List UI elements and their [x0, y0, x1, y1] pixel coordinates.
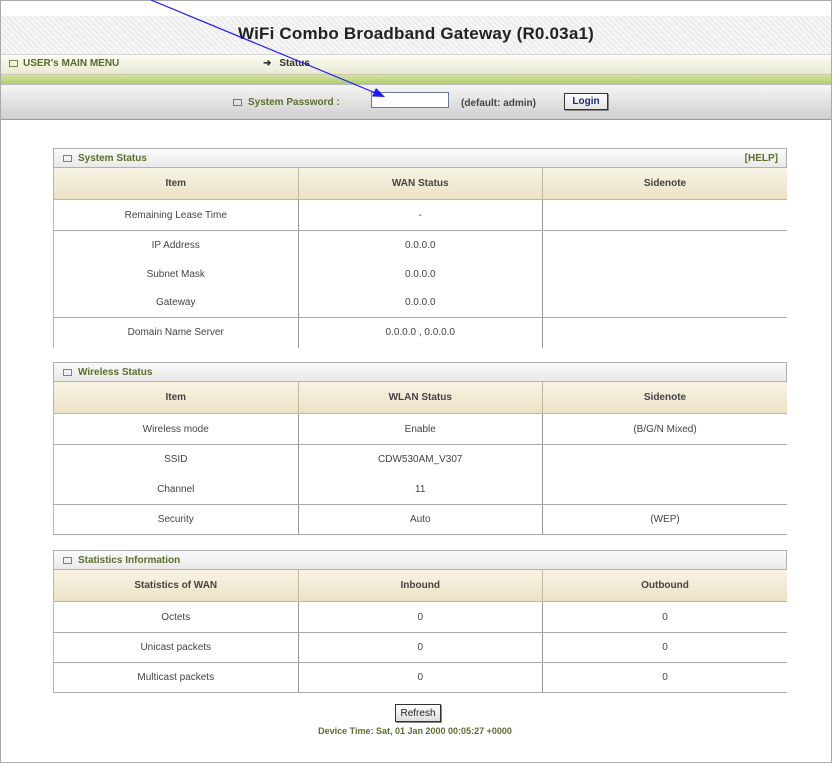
green-divider — [1, 75, 831, 84]
table-cell: (B/G/N Mixed) — [542, 413, 787, 445]
table-cell — [542, 288, 787, 318]
help-link[interactable]: [HELP] — [745, 153, 778, 164]
table-row: Remaining Lease Time - — [53, 199, 787, 231]
table-row: Gateway 0.0.0.0 — [53, 288, 787, 318]
section-title: Statistics Information — [78, 555, 181, 566]
table-cell: 11 — [297, 474, 543, 505]
column-header: WAN Status — [297, 168, 543, 200]
table-cell — [542, 444, 787, 475]
section-header: Wireless Status — [53, 362, 787, 382]
table-cell — [542, 199, 787, 231]
table-row: Domain Name Server 0.0.0.0 , 0.0.0.0 — [53, 317, 787, 348]
column-header: Item — [53, 382, 299, 414]
user-main-menu-label: USER's MAIN MENU — [23, 58, 120, 69]
table-cell: 0.0.0.0 — [297, 230, 543, 260]
wireless-status-section: Wireless Status Item WLAN Status Sidenot… — [53, 362, 787, 535]
table-row: Wireless mode Enable (B/G/N Mixed) — [53, 413, 787, 445]
section-header: Statistics Information — [53, 550, 787, 570]
table-row: Subnet Mask 0.0.0.0 — [53, 259, 787, 289]
table-cell: 0 — [542, 601, 787, 633]
table-cell — [542, 259, 787, 289]
table-cell: Auto — [297, 504, 543, 535]
menu-bar: USER's MAIN MENU ➜ Status — [1, 55, 831, 75]
table-cell: 0 — [297, 601, 543, 633]
table-cell: 0 — [542, 632, 787, 663]
column-header: Inbound — [297, 570, 543, 602]
table-cell: Remaining Lease Time — [53, 199, 299, 231]
table-cell: Subnet Mask — [53, 259, 299, 289]
arrow-right-icon: ➜ — [263, 58, 272, 69]
table-cell: Security — [53, 504, 299, 535]
table-cell: 0.0.0.0 — [297, 259, 543, 289]
table-row: Unicast packets 0 0 — [53, 632, 787, 663]
table-cell: Unicast packets — [53, 632, 299, 663]
table-cell: 0.0.0.0 — [297, 288, 543, 318]
table-cell — [542, 474, 787, 505]
square-bullet-icon — [63, 369, 72, 376]
table-row: IP Address 0.0.0.0 — [53, 230, 787, 260]
login-bar: System Password : (default: admin) Login — [1, 84, 831, 120]
table-cell: Enable — [297, 413, 543, 445]
table-cell: 0 — [542, 662, 787, 693]
table-cell: - — [297, 199, 543, 231]
column-header: Outbound — [542, 570, 787, 602]
system-status-section: System Status [HELP] Item WAN Status Sid… — [53, 148, 787, 348]
table-cell: Domain Name Server — [53, 317, 299, 348]
refresh-button[interactable]: Refresh — [395, 704, 441, 722]
table-cell: 0.0.0.0 , 0.0.0.0 — [297, 317, 543, 348]
square-bullet-icon — [233, 98, 242, 106]
column-header: Item — [53, 168, 299, 200]
table-row: Channel 11 — [53, 474, 787, 505]
wireless-status-table: Item WLAN Status Sidenote Wireless mode … — [53, 382, 787, 535]
table-cell: (WEP) — [542, 504, 787, 535]
column-header: WLAN Status — [297, 382, 543, 414]
square-bullet-icon — [63, 557, 72, 564]
statistics-table: Statistics of WAN Inbound Outbound Octet… — [53, 570, 787, 693]
table-cell: Octets — [53, 601, 299, 633]
square-bullet-icon — [9, 59, 18, 67]
page-title: WiFi Combo Broadband Gateway (R0.03a1) — [237, 24, 594, 43]
default-password-hint: (default: admin) — [461, 98, 536, 109]
section-title: Wireless Status — [78, 367, 153, 378]
table-row: Security Auto (WEP) — [53, 504, 787, 535]
table-cell: IP Address — [53, 230, 299, 260]
table-cell — [542, 230, 787, 260]
statistics-section: Statistics Information Statistics of WAN… — [53, 550, 787, 693]
table-cell: 0 — [297, 662, 543, 693]
table-cell: SSID — [53, 444, 299, 475]
table-cell: 0 — [297, 632, 543, 663]
user-main-menu-link[interactable]: USER's MAIN MENU — [9, 58, 119, 69]
section-title: System Status — [78, 153, 147, 164]
table-cell: Channel — [53, 474, 299, 505]
breadcrumb-status-label: Status — [279, 58, 310, 69]
square-bullet-icon — [63, 155, 72, 162]
system-password-input[interactable] — [371, 92, 449, 108]
table-cell: CDW530AM_V307 — [297, 444, 543, 475]
column-header: Sidenote — [542, 168, 787, 200]
column-header: Sidenote — [542, 382, 787, 414]
table-cell — [542, 317, 787, 348]
system-status-table: Item WAN Status Sidenote Remaining Lease… — [53, 168, 787, 348]
title-bar: WiFi Combo Broadband Gateway (R0.03a1) — [1, 16, 831, 55]
breadcrumb: ➜ Status — [263, 58, 310, 69]
table-row: SSID CDW530AM_V307 — [53, 444, 787, 475]
table-cell: Wireless mode — [53, 413, 299, 445]
table-row: Multicast packets 0 0 — [53, 662, 787, 693]
login-button[interactable]: Login — [564, 93, 608, 110]
column-header: Statistics of WAN — [53, 570, 299, 602]
section-header: System Status [HELP] — [53, 148, 787, 168]
password-label: System Password : — [233, 97, 340, 108]
table-cell: Multicast packets — [53, 662, 299, 693]
device-time: Device Time: Sat, 01 Jan 2000 00:05:27 +… — [318, 726, 512, 736]
table-row: Octets 0 0 — [53, 601, 787, 633]
table-cell: Gateway — [53, 288, 299, 318]
